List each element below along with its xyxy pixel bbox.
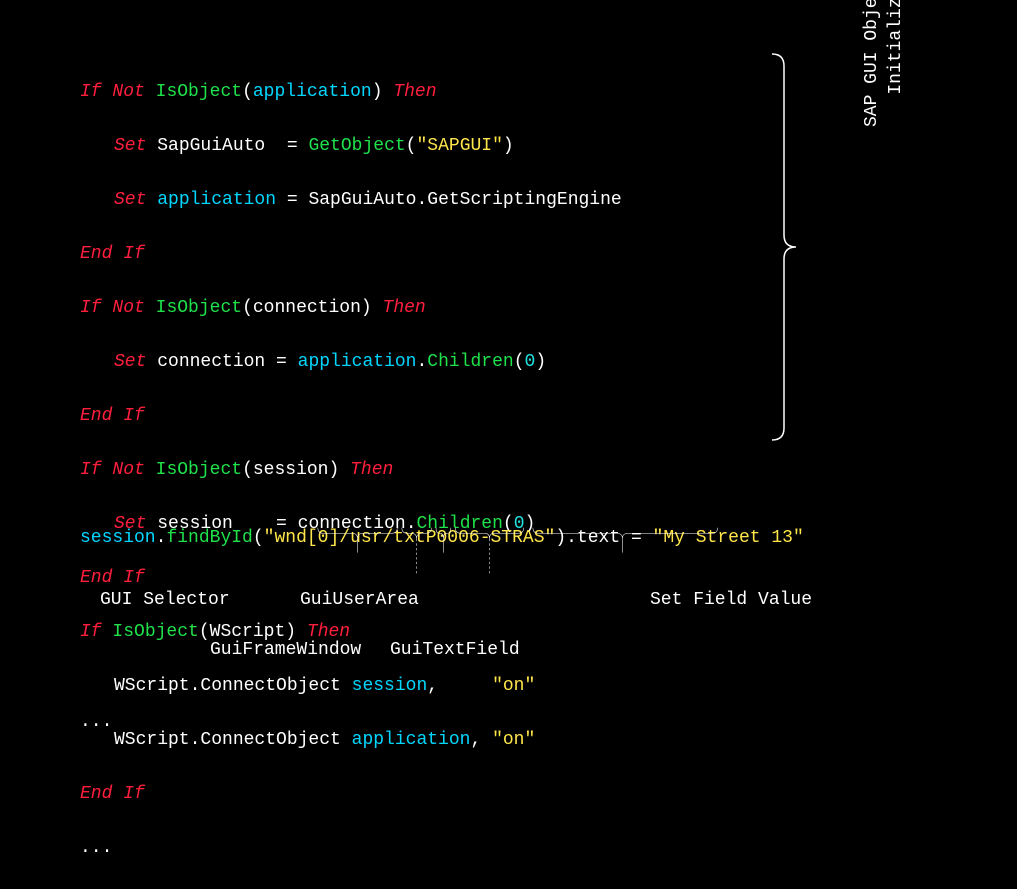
label-gui-frame-window: GuiFrameWindow (210, 640, 361, 660)
code-line-7: End If (80, 403, 622, 430)
code-line-3: Set application = SapGuiAuto.GetScriptin… (80, 187, 622, 214)
var-wscript: WScript (210, 622, 286, 642)
kw-not: Not (112, 82, 144, 102)
ellipsis-bottom: ... (80, 712, 112, 732)
fn-isobject: IsObject (156, 82, 242, 102)
rhs-getscriptingengine: SapGuiAuto.GetScriptingEngine (308, 190, 621, 210)
kw-endif: End If (80, 244, 145, 264)
var-application: application (157, 190, 276, 210)
label-gui-text-field: GuiTextField (390, 640, 520, 660)
annotation-brackets (80, 524, 960, 584)
kw-set: Set (114, 136, 146, 156)
code-line-6: Set connection = application.Children(0) (80, 349, 622, 376)
brace-right (770, 52, 800, 442)
side-label-line1: SAP GUI Object Model (860, 0, 884, 134)
label-gui-selector: GUI Selector (100, 590, 230, 610)
label-set-field-value: Set Field Value (650, 590, 812, 610)
code-line-5: If Not IsObject(connection) Then (80, 295, 622, 322)
var-sapguiauto: SapGuiAuto (157, 136, 276, 156)
fn-children: Children (427, 352, 513, 372)
var-application: application (253, 82, 372, 102)
side-label: SAP GUI Object Model Initialization (860, 0, 908, 134)
ellipsis: ... (80, 835, 622, 862)
var-connection: connection (253, 298, 361, 318)
str-sapgui: "SAPGUI" (416, 136, 502, 156)
code-line-4: End If (80, 241, 622, 268)
fn-getobject: GetObject (308, 136, 405, 156)
kw-set: Set (114, 190, 146, 210)
label-gui-user-area: GuiUserArea (300, 590, 419, 610)
code-line-13: WScript.ConnectObject application, "on" (80, 727, 622, 754)
var-session: session (253, 460, 329, 480)
code-line-8: If Not IsObject(session) Then (80, 457, 622, 484)
code-line-14: End If (80, 781, 622, 808)
code-line-1: If Not IsObject(application) Then (80, 79, 622, 106)
code-line-12: WScript.ConnectObject session, "on" (80, 673, 622, 700)
side-label-line2: Initialization (884, 0, 908, 134)
kw-if: If (80, 82, 102, 102)
code-block: If Not IsObject(application) Then Set Sa… (80, 52, 622, 889)
code-line-2: Set SapGuiAuto = GetObject("SAPGUI") (80, 133, 622, 160)
kw-then: Then (393, 82, 436, 102)
